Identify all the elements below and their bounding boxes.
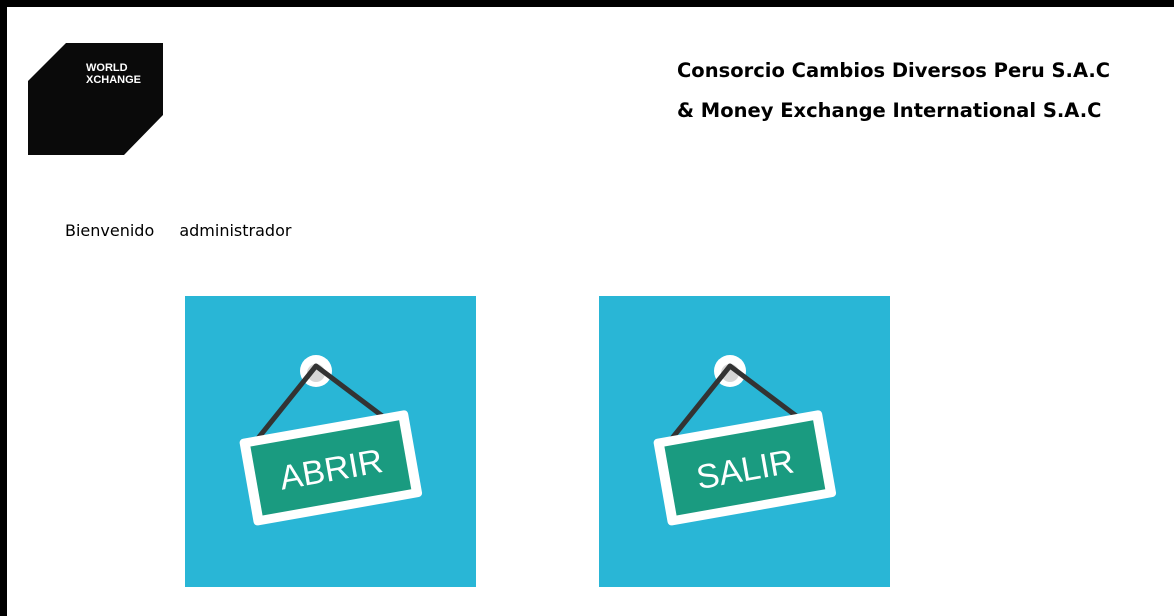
- logo-text-world: WORLD: [86, 62, 128, 74]
- username-label: administrador: [179, 221, 292, 240]
- welcome-message: Bienvenido administrador: [65, 221, 291, 240]
- hanging-sign-icon: ABRIR: [239, 355, 423, 526]
- exit-button[interactable]: SALIR: [599, 296, 890, 587]
- company-name: Consorcio Cambios Diversos Peru S.A.C & …: [677, 51, 1110, 131]
- welcome-label: Bienvenido: [65, 221, 155, 240]
- logo-text-xchange: XCHANGE: [86, 74, 141, 86]
- company-name-line2: & Money Exchange International S.A.C: [677, 99, 1102, 122]
- world-xchange-logo: WORLD XCHANGE: [28, 43, 163, 155]
- open-button[interactable]: ABRIR: [185, 296, 476, 587]
- hanging-sign-icon: SALIR: [653, 355, 837, 526]
- company-name-line1: Consorcio Cambios Diversos Peru S.A.C: [677, 59, 1111, 82]
- main-window: WORLD XCHANGE Consorcio Cambios Diversos…: [7, 7, 1174, 616]
